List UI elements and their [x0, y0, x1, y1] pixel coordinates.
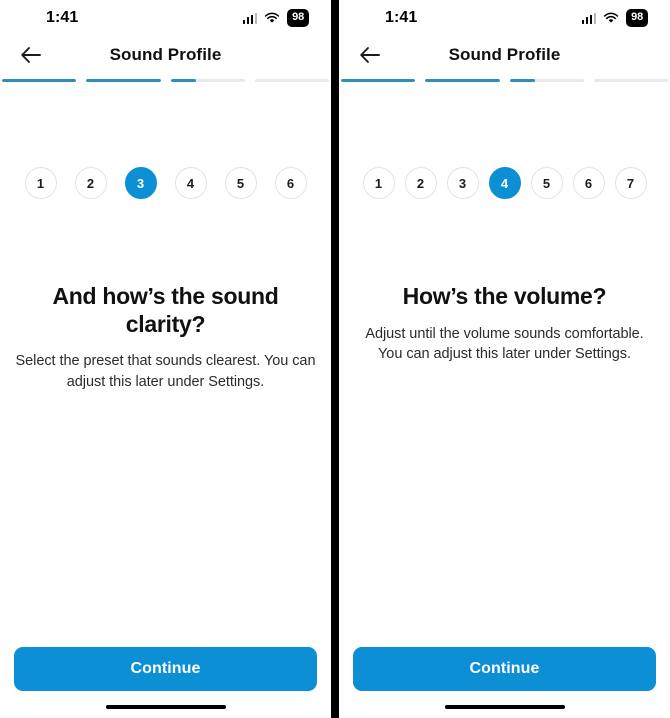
page-title: Sound Profile: [448, 45, 561, 64]
home-indicator: [105, 704, 226, 709]
content-copy: And how’s the sound clarity? Select the …: [0, 283, 331, 392]
wifi-icon: [604, 12, 619, 23]
status-icons: 98: [242, 8, 309, 28]
continue-button[interactable]: Continue: [353, 646, 656, 691]
battery-pill-icon: 98: [626, 8, 648, 28]
step-indicator: 123456: [0, 167, 331, 199]
phone-screen-right: 1:41 98 Sound Profile 1 2 3 4 5 6 7 How’…: [339, 0, 670, 718]
phone-screen-left: 1:41 98 Sound Profile 1 2 3 4 5 6 And ho…: [0, 0, 331, 718]
cellular-bars-icon: [581, 12, 597, 24]
step-dot-1[interactable]: 1: [24, 167, 57, 199]
status-bar: 1:41 98: [339, 0, 670, 36]
progress-segment: [593, 79, 668, 82]
footer: Continue: [339, 646, 670, 718]
headline: How’s the volume?: [402, 283, 607, 309]
status-time: 1:41: [385, 9, 418, 26]
arrow-left-icon: [360, 47, 380, 63]
back-button[interactable]: [18, 42, 44, 68]
step-dot-4[interactable]: 4: [174, 167, 207, 199]
step-indicator: 1234567: [339, 167, 670, 199]
back-button[interactable]: [357, 42, 383, 68]
wifi-icon: [265, 12, 280, 23]
continue-button[interactable]: Continue: [14, 646, 317, 691]
subheadline: Select the preset that sounds clearest. …: [15, 353, 316, 390]
battery-pill-icon: 98: [287, 8, 309, 28]
progress-segment: [341, 79, 416, 82]
step-dot-2[interactable]: 2: [74, 167, 107, 199]
panel-divider: [331, 0, 339, 718]
dual-screenshot-comparison: 1:41 98 Sound Profile 1 2 3 4 5 6 And ho…: [0, 0, 670, 718]
step-dot-2[interactable]: 2: [404, 167, 437, 199]
subheadline: Adjust until the volume sounds comfortab…: [365, 325, 644, 363]
progress-bar: [339, 74, 670, 82]
status-icons: 98: [581, 8, 648, 28]
nav-bar: Sound Profile: [339, 36, 670, 74]
progress-segment: [170, 79, 245, 82]
step-dot-5[interactable]: 5: [530, 167, 563, 199]
home-indicator: [444, 704, 565, 709]
progress-bar: [0, 74, 331, 82]
progress-segment: [2, 79, 77, 82]
page-title: Sound Profile: [109, 45, 222, 64]
status-bar: 1:41 98: [0, 0, 331, 36]
progress-segment: [254, 79, 329, 82]
step-dot-7[interactable]: 7: [614, 167, 647, 199]
step-dot-5[interactable]: 5: [224, 167, 257, 199]
step-dot-3[interactable]: 3: [124, 167, 157, 199]
step-dot-6[interactable]: 6: [572, 167, 605, 199]
footer: Continue: [0, 646, 331, 718]
status-time: 1:41: [46, 9, 79, 26]
content-copy: How’s the volume? Adjust until the volum…: [339, 283, 670, 365]
headline: And how’s the sound clarity?: [52, 283, 279, 337]
nav-bar: Sound Profile: [0, 36, 331, 74]
step-dot-6[interactable]: 6: [274, 167, 307, 199]
progress-segment: [425, 79, 500, 82]
cellular-bars-icon: [242, 12, 258, 24]
progress-segment: [509, 79, 584, 82]
progress-segment: [86, 79, 161, 82]
arrow-left-icon: [21, 47, 41, 63]
step-dot-1[interactable]: 1: [362, 167, 395, 199]
step-dot-3[interactable]: 3: [446, 167, 479, 199]
step-dot-4[interactable]: 4: [488, 167, 521, 199]
